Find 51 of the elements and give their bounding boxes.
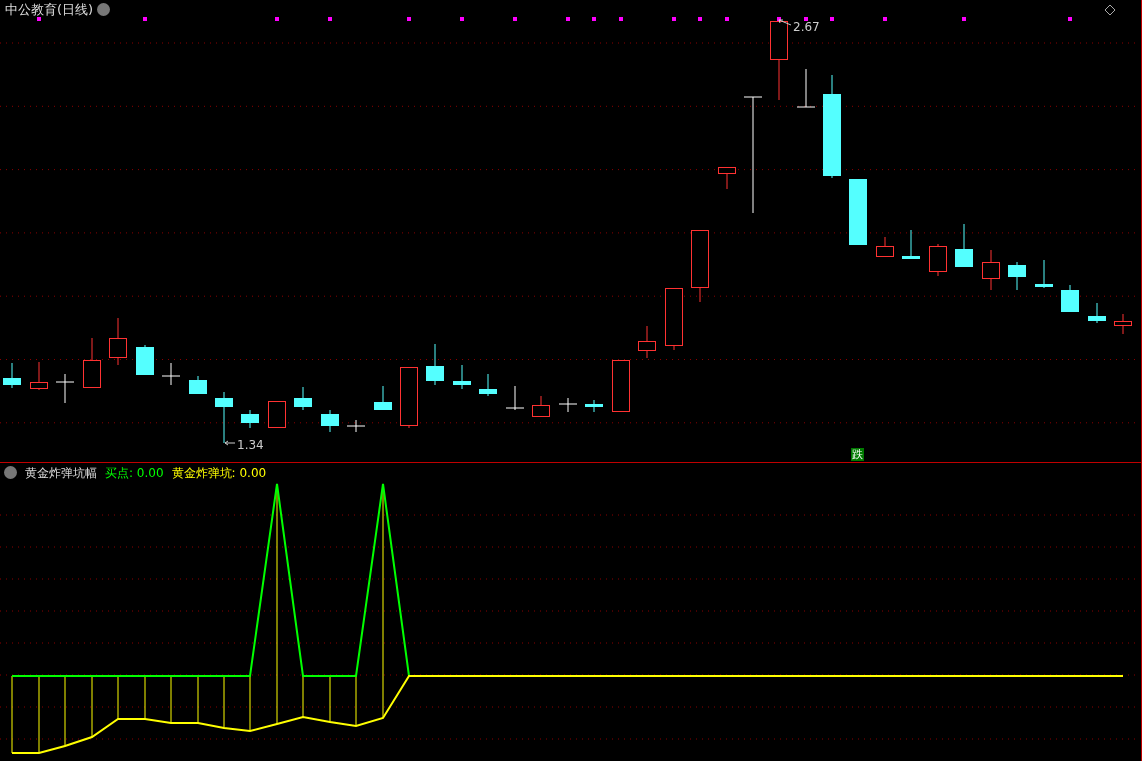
candlestick bbox=[638, 325, 656, 359]
candlestick bbox=[161, 362, 181, 386]
candlestick bbox=[532, 395, 550, 417]
legend-value: 黄金炸弹坑: 0.00 bbox=[171, 466, 267, 479]
candlestick bbox=[321, 409, 339, 433]
candlestick bbox=[849, 178, 867, 246]
candlestick bbox=[109, 317, 127, 366]
candlestick bbox=[718, 166, 736, 190]
candlestick bbox=[3, 362, 21, 389]
candlestick bbox=[1008, 261, 1026, 291]
candlestick bbox=[215, 391, 233, 444]
chart-title: 中公教育(日线) bbox=[5, 3, 94, 16]
candlestick bbox=[505, 385, 525, 411]
candlestick bbox=[346, 419, 366, 433]
candlestick bbox=[1088, 302, 1106, 324]
candlestick bbox=[558, 397, 578, 413]
price-label: 2.67 bbox=[793, 21, 820, 33]
dropdown-icon[interactable] bbox=[97, 3, 111, 16]
candlestick bbox=[1035, 259, 1053, 289]
signal-tag: 跌 bbox=[851, 448, 864, 461]
candlestick bbox=[30, 361, 48, 391]
candlestick bbox=[55, 373, 75, 404]
candlestick bbox=[426, 343, 444, 386]
candlestick bbox=[83, 337, 101, 388]
arrow-icon bbox=[224, 440, 236, 446]
candlestick bbox=[189, 375, 207, 395]
candlestick bbox=[453, 364, 471, 390]
candlestick bbox=[136, 344, 154, 376]
candlestick bbox=[612, 359, 630, 412]
candlestick bbox=[294, 386, 312, 411]
candlestick bbox=[479, 373, 497, 397]
candlestick bbox=[1114, 313, 1132, 335]
candlestick bbox=[796, 68, 816, 108]
candlestick bbox=[400, 366, 418, 429]
candlestick bbox=[241, 409, 259, 429]
price-label: 1.34 bbox=[237, 439, 264, 451]
candlestick bbox=[374, 385, 392, 411]
legend-value: 买点: 0.00 bbox=[105, 466, 164, 479]
candlestick bbox=[876, 236, 894, 257]
candlestick bbox=[929, 243, 947, 277]
dropdown-icon[interactable] bbox=[4, 466, 17, 479]
candlestick bbox=[982, 249, 1000, 291]
diamond-icon[interactable] bbox=[1104, 4, 1116, 16]
candlestick bbox=[585, 399, 603, 413]
candlestick bbox=[1061, 284, 1079, 313]
indicator-name: 黄金炸弹坑幅 bbox=[25, 466, 97, 479]
arrow-icon bbox=[778, 19, 792, 27]
candlestick bbox=[902, 229, 920, 260]
candlestick bbox=[955, 223, 973, 268]
candlestick bbox=[268, 400, 286, 428]
candlestick bbox=[665, 287, 683, 351]
